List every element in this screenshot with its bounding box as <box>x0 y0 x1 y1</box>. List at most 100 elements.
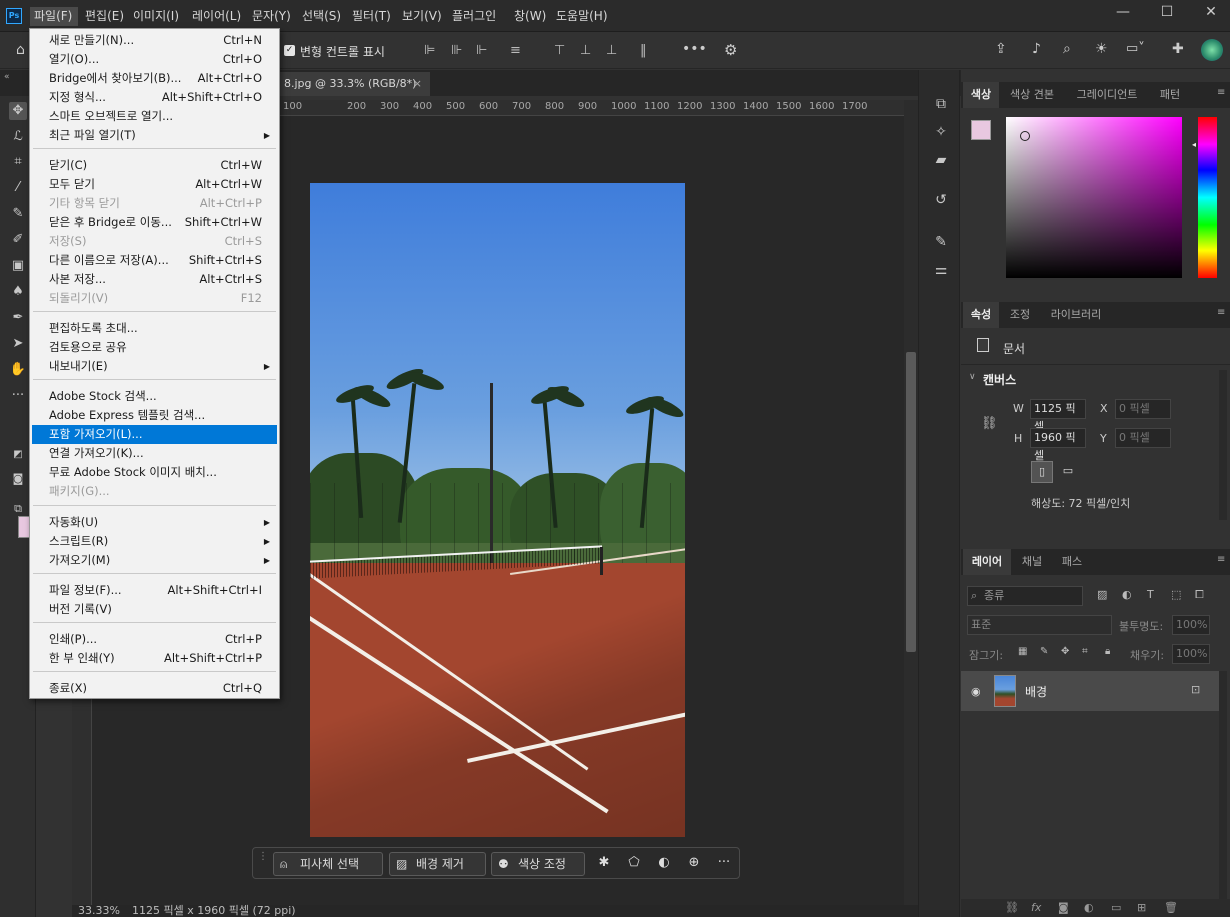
file-menu-item[interactable]: 다른 이름으로 저장(A)... Shift+Ctrl+S <box>32 251 277 270</box>
menu-help[interactable]: 도움말(H) <box>556 7 608 26</box>
file-menu-item[interactable]: 종료(X) Ctrl+Q <box>32 679 277 698</box>
hand-tool-icon[interactable]: ✋ <box>9 361 27 379</box>
document-image[interactable] <box>310 183 685 837</box>
align-right-icon[interactable]: ⊩ <box>476 43 492 59</box>
filter-pixel-icon[interactable]: ▨ <box>1097 588 1107 601</box>
close-button[interactable]: ✕ <box>1196 2 1226 22</box>
workspace-icon[interactable]: ▭˅ <box>1126 41 1150 59</box>
menu-type[interactable]: 문자(Y) <box>252 7 291 26</box>
pen-tool-icon[interactable]: ✒ <box>9 309 27 327</box>
adjustment-circle-icon[interactable]: ◐ <box>655 854 673 872</box>
tab-patterns[interactable]: 패턴 <box>1151 82 1189 108</box>
file-menu-item[interactable]: 지정 형식... Alt+Shift+Ctrl+O <box>32 88 277 107</box>
opacity-field[interactable]: 100% <box>1172 615 1210 635</box>
file-menu-item[interactable]: Adobe Stock 검색... <box>32 387 277 406</box>
menu-view[interactable]: 보기(V) <box>402 7 442 26</box>
file-menu-item[interactable]: 스마트 오브젝트로 열기... <box>32 107 277 126</box>
align-bottom-icon[interactable]: ⊥ <box>606 43 622 59</box>
file-menu-item[interactable]: 닫은 후 Bridge로 이동... Shift+Ctrl+W <box>32 213 277 232</box>
group-folder-icon[interactable]: ▭ <box>1111 901 1121 914</box>
menu-plugins[interactable]: 플러그인 <box>452 7 496 26</box>
color-picker-marker[interactable] <box>1020 131 1030 141</box>
menu-layer[interactable]: 레이어(L) <box>192 7 241 26</box>
chevron-down-icon[interactable]: ∨ <box>969 372 976 382</box>
tab-paths[interactable]: 패스 <box>1053 549 1091 575</box>
align-top-icon[interactable]: ⊤ <box>554 43 570 59</box>
menu-select[interactable]: 선택(S) <box>302 7 341 26</box>
filter-adjustment-icon[interactable]: ◐ <box>1122 588 1132 601</box>
minimize-button[interactable]: — <box>1108 2 1138 22</box>
swap-colors-icon[interactable]: ◩ <box>9 446 27 464</box>
more-tools-icon[interactable]: ··· <box>9 387 27 405</box>
file-menu-item[interactable]: 연결 가져오기(K)... <box>32 444 277 463</box>
lock-all-icon[interactable]: 🔒︎ <box>1105 646 1110 657</box>
file-menu-item[interactable]: 포함 가져오기(L)... <box>32 425 277 444</box>
adjustments-icon[interactable]: ⚌ <box>931 260 951 280</box>
crop-tool-icon[interactable]: ⌗ <box>9 153 27 171</box>
tab-adjustments[interactable]: 조정 <box>1001 302 1039 328</box>
foreground-swatch[interactable] <box>971 120 991 140</box>
link-icon[interactable]: ⛓ <box>981 416 998 431</box>
fill-field[interactable]: 100% <box>1172 644 1210 664</box>
file-menu-item[interactable]: Bridge에서 찾아보기(B)... Alt+Ctrl+O <box>32 69 277 88</box>
home-icon[interactable]: ⌂ <box>16 43 30 57</box>
color-adjust-button[interactable]: ⚉ 색상 조정 <box>491 852 585 876</box>
file-menu-item[interactable]: 버전 기록(V) <box>32 600 277 619</box>
align-middle-icon[interactable]: ⊥ <box>580 43 596 59</box>
generative-icon[interactable]: ⊕ <box>685 854 703 872</box>
eyedropper-tool-icon[interactable]: ⁄ <box>9 179 27 197</box>
file-menu-item[interactable]: 열기(O)... Ctrl+O <box>32 50 277 69</box>
bell-icon[interactable]: ♪ <box>1032 41 1050 59</box>
file-menu-item[interactable]: 파일 정보(F)... Alt+Shift+Ctrl+I <box>32 581 277 600</box>
file-menu-item[interactable]: 닫기(C) Ctrl+W <box>32 156 277 175</box>
drag-handle-icon[interactable]: ⋮ <box>258 852 268 874</box>
fx-icon[interactable]: fx <box>1031 901 1041 914</box>
menu-file[interactable]: 파일(F) <box>30 7 78 26</box>
distribute-icon[interactable]: ≡ <box>510 43 526 59</box>
lock-transparent-icon[interactable]: ▦ <box>1018 646 1027 657</box>
menu-edit[interactable]: 편집(E) <box>85 7 124 26</box>
tab-properties[interactable]: 속성 <box>963 302 999 328</box>
hue-slider[interactable] <box>1198 117 1217 278</box>
tab-swatches[interactable]: 색상 견본 <box>1001 82 1063 108</box>
transform-controls-checkbox[interactable]: ✓ <box>284 45 295 56</box>
menu-filter[interactable]: 필터(T) <box>352 7 391 26</box>
move-tool-icon[interactable]: ✥ <box>9 102 27 120</box>
more-options-icon[interactable]: ··· <box>715 854 733 872</box>
tab-channels[interactable]: 채널 <box>1013 549 1051 575</box>
tab-libraries[interactable]: 라이브러리 <box>1041 302 1111 328</box>
file-menu-item[interactable]: 스크립트(R) ▶ <box>32 532 277 551</box>
file-menu-item[interactable]: 새로 만들기(N)... Ctrl+N <box>32 31 277 50</box>
layer-name[interactable]: 배경 <box>1025 683 1047 700</box>
selection-arrow-icon[interactable]: ➤ <box>9 335 27 353</box>
quick-mask-icon[interactable]: ◙ <box>9 470 27 488</box>
file-menu-item[interactable]: 최근 파일 열기(T) ▶ <box>32 126 277 145</box>
gear-icon[interactable]: ⚙ <box>724 41 742 59</box>
filter-type-icon[interactable]: T <box>1147 588 1154 601</box>
file-menu-item[interactable]: 자동화(U) ▶ <box>32 513 277 532</box>
portrait-orientation-icon[interactable]: ▯ <box>1031 461 1053 483</box>
tab-color[interactable]: 색상 <box>963 82 999 108</box>
more-icon[interactable]: ••• <box>682 41 707 57</box>
panel-menu-icon[interactable]: ≡ <box>1217 88 1227 98</box>
file-menu-item[interactable]: 검토용으로 공유 <box>32 338 277 357</box>
layers-scrollbar[interactable] <box>1219 671 1227 901</box>
brush-tool-icon[interactable]: ✎ <box>9 205 27 223</box>
filter-shape-icon[interactable]: ⬚ <box>1171 588 1181 601</box>
blend-mode-dropdown[interactable]: 표준 <box>967 615 1112 635</box>
lock-artboard-icon[interactable]: ⌗ <box>1082 646 1088 657</box>
menu-image[interactable]: 이미지(I) <box>133 7 179 26</box>
tab-gradients[interactable]: 그레이디언트 <box>1065 82 1149 108</box>
y-field[interactable]: 0 픽셀 <box>1115 428 1171 448</box>
filter-smart-object-icon[interactable]: ⧠ <box>1195 588 1204 602</box>
adjustment-layer-icon[interactable]: ◐ <box>1084 901 1094 914</box>
visibility-eye-icon[interactable]: ◉ <box>971 685 981 698</box>
link-layers-icon[interactable]: ⛓ <box>1005 901 1019 914</box>
healing-brush-icon[interactable]: ✐ <box>9 231 27 249</box>
zoom-level[interactable]: 33.33% <box>78 905 120 917</box>
document-tab[interactable]: 8.jpg @ 33.3% (RGB/8*) × <box>276 72 430 96</box>
magic-wand-icon[interactable]: ✱ <box>595 854 613 872</box>
tab-layers[interactable]: 레이어 <box>963 549 1011 575</box>
plugins-icon[interactable]: ✚ <box>1172 41 1190 59</box>
trash-icon[interactable]: 🗑︎ <box>1164 901 1178 914</box>
